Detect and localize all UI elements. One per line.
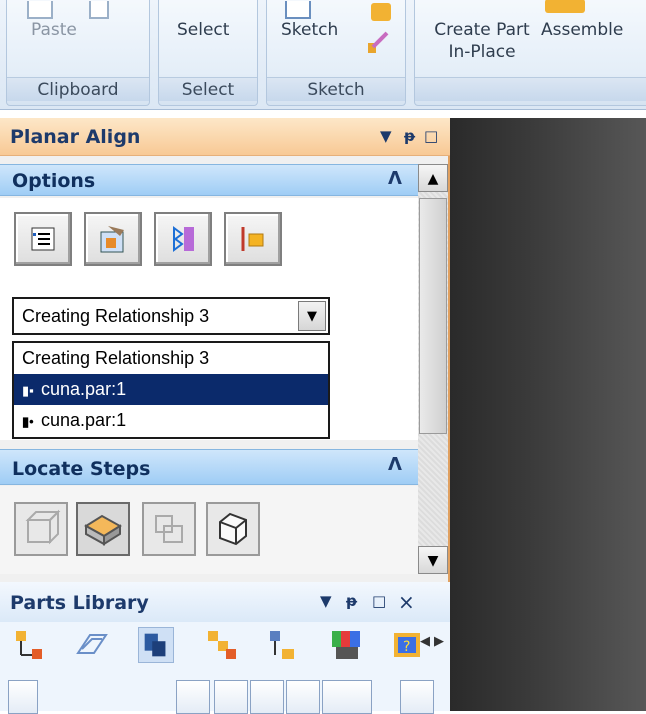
scroll-left-icon[interactable]: ◀ <box>420 634 430 649</box>
relationship-dropdown-list: Creating Relationship 3 ▮▪ cuna.par:1 ▮•… <box>12 341 330 439</box>
locate-edge-button[interactable] <box>206 502 260 556</box>
align-button[interactable] <box>224 212 282 266</box>
panel-title: Planar Align <box>10 126 141 148</box>
sketch-icon <box>285 1 311 19</box>
planar-align-titlebar: Planar Align ▼ ᵽ □ <box>0 118 450 156</box>
pencil-icon[interactable] <box>367 31 389 55</box>
palette-icon[interactable] <box>328 627 364 663</box>
view-icon[interactable] <box>8 680 38 714</box>
align-icon <box>241 227 264 251</box>
relationship-combo-value: Creating Relationship 3 <box>22 306 210 326</box>
locate-steps-header-label: Locate Steps <box>12 458 151 480</box>
relationship-button[interactable] <box>84 212 142 266</box>
options-collapse-icon[interactable]: ᐱ <box>388 168 402 189</box>
select-button[interactable]: Select <box>177 19 229 41</box>
options-header-label: Options <box>12 170 96 192</box>
ribbon: Paste Clipboard Select Select Sketch Ske… <box>0 0 646 110</box>
list-item[interactable]: Creating Relationship 3 <box>14 343 328 374</box>
graphics-viewport[interactable] <box>450 118 646 711</box>
copy-icon <box>89 1 109 19</box>
parts-close-icon[interactable]: × <box>398 590 415 614</box>
search-icon[interactable] <box>400 680 434 714</box>
flip-button[interactable] <box>154 212 212 266</box>
scroll-right-icon[interactable]: ▶ <box>434 634 444 649</box>
options-scrollbar[interactable]: ▲ ▼ <box>418 164 448 574</box>
edge-icon <box>219 512 247 546</box>
svg-text:?: ? <box>403 639 410 655</box>
part-face-icon: ▮▪ <box>22 383 34 398</box>
relationship-combo[interactable]: Creating Relationship 3 ▼ <box>12 297 330 335</box>
combo-dropdown-arrow[interactable]: ▼ <box>298 301 326 331</box>
clipboard-group-label: Clipboard <box>7 77 149 101</box>
create-part-line2: In-Place <box>448 42 516 62</box>
list-item-label: Creating Relationship 3 <box>22 348 210 368</box>
body-icon <box>155 515 183 543</box>
assembly-group-label <box>415 77 646 101</box>
list-item-label: cuna.par:1 <box>41 379 127 399</box>
tree-icon[interactable] <box>12 627 48 663</box>
part-icon <box>25 509 61 545</box>
list-item-label: cuna.par:1 <box>41 410 127 430</box>
scroll-down-arrow[interactable]: ▼ <box>418 546 448 574</box>
flip-icon <box>173 226 194 252</box>
scrollbar-thumb[interactable] <box>419 198 447 434</box>
relationship-icon <box>100 226 124 253</box>
folder-up-icon[interactable] <box>250 680 284 714</box>
face-icon <box>84 514 122 546</box>
structure-icon[interactable] <box>266 627 302 663</box>
panel-pin-icon[interactable]: ᵽ <box>404 127 415 145</box>
options-button[interactable] <box>14 212 72 266</box>
create-part-in-place-button[interactable]: Create Part In-Place <box>427 19 537 63</box>
new-folder-icon[interactable] <box>286 680 320 714</box>
clipboard-group: Paste Clipboard <box>6 0 150 106</box>
options-header[interactable]: Options ᐱ <box>0 164 418 196</box>
part-point-icon: ▮• <box>22 414 34 429</box>
parts-library-titlebar: Parts Library ▼ ᵽ □ × <box>0 582 450 622</box>
options-icon <box>31 227 55 251</box>
back-icon[interactable] <box>214 680 248 714</box>
panel-maximize-icon[interactable]: □ <box>424 127 438 145</box>
locate-part-button[interactable] <box>14 502 68 556</box>
view-options-icon[interactable] <box>322 680 372 714</box>
sketch-group-label: Sketch <box>267 77 405 101</box>
copy-icon[interactable] <box>138 627 174 663</box>
paste-icon <box>27 1 53 19</box>
list-item-selected[interactable]: ▮▪ cuna.par:1 <box>14 374 328 405</box>
locate-steps-header[interactable]: Locate Steps ᐱ <box>0 449 418 485</box>
paste-button[interactable]: Paste <box>31 19 77 41</box>
create-part-line1: Create Part <box>434 20 530 40</box>
scroll-up-arrow[interactable]: ▲ <box>418 164 448 192</box>
list-item[interactable]: ▮• cuna.par:1 <box>14 405 328 436</box>
parts-maximize-icon[interactable]: □ <box>372 592 386 610</box>
select-group: Select Select <box>158 0 258 106</box>
sketch-group: Sketch Sketch <box>266 0 406 106</box>
assemble-icon <box>545 0 585 13</box>
hierarchy-icon[interactable] <box>204 627 240 663</box>
select-group-label: Select <box>159 77 257 101</box>
assembly-group: Create Part In-Place Assemble <box>414 0 646 106</box>
locate-body-button[interactable] <box>142 502 196 556</box>
parts-pin-icon[interactable]: ᵽ <box>346 592 357 610</box>
locate-face-button[interactable] <box>76 502 130 556</box>
parts-dropdown-icon[interactable]: ▼ <box>320 592 332 610</box>
assemble-button[interactable]: Assemble <box>541 19 623 41</box>
parts-library-title: Parts Library <box>10 592 149 614</box>
layers-icon[interactable] <box>74 627 110 663</box>
info-icon[interactable] <box>176 680 210 714</box>
sketch-extra-icon[interactable] <box>371 3 391 21</box>
panel-dropdown-icon[interactable]: ▼ <box>380 127 392 145</box>
locate-collapse-icon[interactable]: ᐱ <box>388 454 402 475</box>
sketch-button[interactable]: Sketch <box>281 19 338 41</box>
